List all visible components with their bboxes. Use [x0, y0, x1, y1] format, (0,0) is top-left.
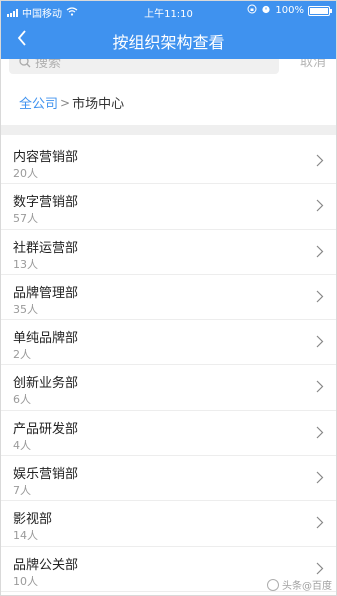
chevron-right-icon	[316, 290, 324, 303]
department-name: 内容营销部	[13, 150, 79, 165]
member-count: 2人	[13, 348, 31, 362]
member-count: 7人	[13, 484, 31, 498]
nav-bar: 按组织架构查看	[1, 21, 336, 59]
department-name: 品牌管理部	[13, 285, 79, 301]
breadcrumb-separator: >	[60, 95, 71, 110]
member-count: 20人	[13, 167, 38, 180]
list-item[interactable]: 产品研发部 4人	[1, 411, 336, 457]
list-item[interactable]: 内容营销部 20人	[1, 139, 336, 185]
department-name: 品牌公关部	[13, 557, 79, 573]
section-divider	[1, 125, 336, 135]
header: 中国移动 上午11:10 100% 按组织架构查看	[1, 1, 336, 59]
list-item[interactable]: 社群运营部 13人	[1, 230, 336, 275]
department-name: 社群运营部	[13, 240, 79, 256]
member-count: 4人	[13, 438, 31, 452]
list-item[interactable]: 数字营销部 57人	[1, 184, 336, 230]
list-item[interactable]: 影视部 14人	[1, 501, 336, 547]
member-count: 57人	[13, 212, 38, 226]
watermark-text: 头条@百度	[282, 581, 332, 592]
chevron-right-icon	[316, 154, 324, 167]
member-count: 35人	[13, 302, 38, 316]
list-item[interactable]: 品牌管理部 35人	[1, 275, 336, 321]
member-count: 13人	[13, 257, 38, 271]
department-name: 影视部	[13, 512, 53, 528]
battery-icon	[308, 5, 332, 16]
page-title: 按组织架构查看	[112, 33, 225, 52]
breadcrumb: 全公司 > 市场中心	[19, 93, 125, 113]
chevron-right-icon	[316, 245, 324, 258]
battery-percent: 100%	[275, 5, 304, 16]
member-count: 10人	[13, 574, 38, 588]
department-list: 内容营销部 20人 数字营销部 57人 社群运营部 13人 品牌管理部 35人 …	[1, 139, 336, 592]
member-count: 6人	[13, 393, 31, 407]
alarm-icon	[261, 4, 271, 17]
watermark-logo-icon	[267, 578, 279, 591]
department-name: 产品研发部	[13, 421, 79, 437]
chevron-right-icon	[316, 335, 324, 348]
department-name: 创新业务部	[13, 376, 79, 392]
list-item[interactable]: 单纯品牌部 2人	[1, 320, 336, 366]
app-frame: 搜索 取消 中国移动 上午11:10 100% 按组织架构查看 全公司 > 市场…	[0, 0, 337, 596]
chevron-right-icon	[316, 199, 324, 212]
status-bar: 中国移动 上午11:10 100%	[1, 1, 336, 21]
chevron-right-icon	[316, 562, 324, 575]
rotation-lock-icon	[247, 4, 257, 17]
list-item[interactable]: 娱乐营销部 7人	[1, 456, 336, 502]
chevron-right-icon	[316, 426, 324, 439]
member-count: 14人	[13, 529, 38, 543]
department-name: 数字营销部	[13, 195, 79, 211]
department-name: 单纯品牌部	[13, 331, 79, 347]
breadcrumb-current: 市场中心	[72, 97, 125, 112]
chevron-right-icon	[316, 516, 324, 529]
list-item[interactable]: 创新业务部 6人	[1, 365, 336, 411]
chevron-right-icon	[316, 471, 324, 484]
chevron-right-icon	[316, 381, 324, 393]
watermark: 头条@百度	[267, 577, 332, 592]
breadcrumb-root[interactable]: 全公司	[19, 93, 58, 112]
department-name: 娱乐营销部	[13, 467, 79, 483]
